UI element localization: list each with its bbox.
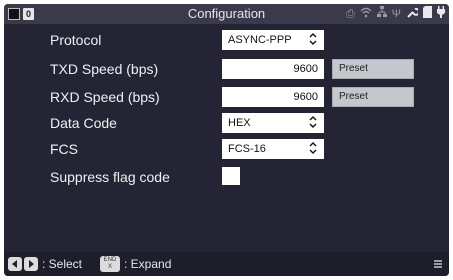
right-arrow-icon [29, 260, 34, 268]
wrench-icon [406, 6, 420, 22]
updown-chevron-icon [309, 33, 317, 45]
plug-icon [437, 6, 445, 22]
select-hint: : Select [42, 257, 83, 271]
txd-speed-input[interactable]: 9600 [222, 59, 324, 79]
title-bar: 0 Configuration ⎙ Ψ [4, 4, 449, 24]
left-arrow-icon [12, 260, 17, 268]
fcs-select[interactable]: FCS-16 [222, 139, 324, 159]
protocol-value: ASYNC-PPP [228, 34, 292, 46]
txd-preset-button[interactable]: Preset [332, 59, 414, 79]
updown-chevron-icon [309, 116, 317, 128]
updown-chevron-icon [309, 142, 317, 154]
fcs-value: FCS-16 [228, 143, 266, 155]
rxd-preset-button[interactable]: Preset [332, 87, 414, 107]
left-arrow-button[interactable] [8, 257, 22, 271]
device-screen: 0 Configuration ⎙ Ψ Protocol ASYNC-PPP T… [4, 4, 449, 276]
suppress-flag-label: Suppress flag code [50, 169, 170, 185]
protocol-select[interactable]: ASYNC-PPP [222, 30, 324, 50]
txd-speed-value: 9600 [293, 63, 318, 75]
sd-card-icon [423, 6, 432, 22]
status-icons: ⎙ Ψ [345, 6, 445, 22]
usb-icon: Ψ [391, 8, 401, 20]
expand-hint: : Expand [124, 257, 172, 271]
rxd-speed-value: 9600 [293, 91, 318, 103]
protocol-label: Protocol [50, 32, 102, 48]
txd-speed-label: TXD Speed (bps) [50, 61, 159, 77]
fcs-label: FCS [50, 141, 78, 157]
right-arrow-button[interactable] [24, 257, 38, 271]
printer-icon: ⎙ [345, 8, 355, 20]
suppress-flag-checkbox[interactable] [222, 167, 240, 185]
rxd-speed-label: RXD Speed (bps) [50, 89, 160, 105]
end-key-icon[interactable]: END X [100, 256, 120, 272]
network-icon [376, 6, 387, 22]
bottom-bar: : Select END X : Expand [4, 252, 449, 276]
data-code-label: Data Code [50, 115, 117, 131]
data-code-select[interactable]: HEX [222, 113, 324, 133]
menu-lines-icon[interactable] [433, 258, 443, 270]
end-key-x: X [107, 264, 112, 270]
wifi-icon [360, 7, 372, 22]
end-key-label: END [103, 257, 117, 263]
rxd-speed-input[interactable]: 9600 [222, 87, 324, 107]
data-code-value: HEX [228, 117, 251, 129]
